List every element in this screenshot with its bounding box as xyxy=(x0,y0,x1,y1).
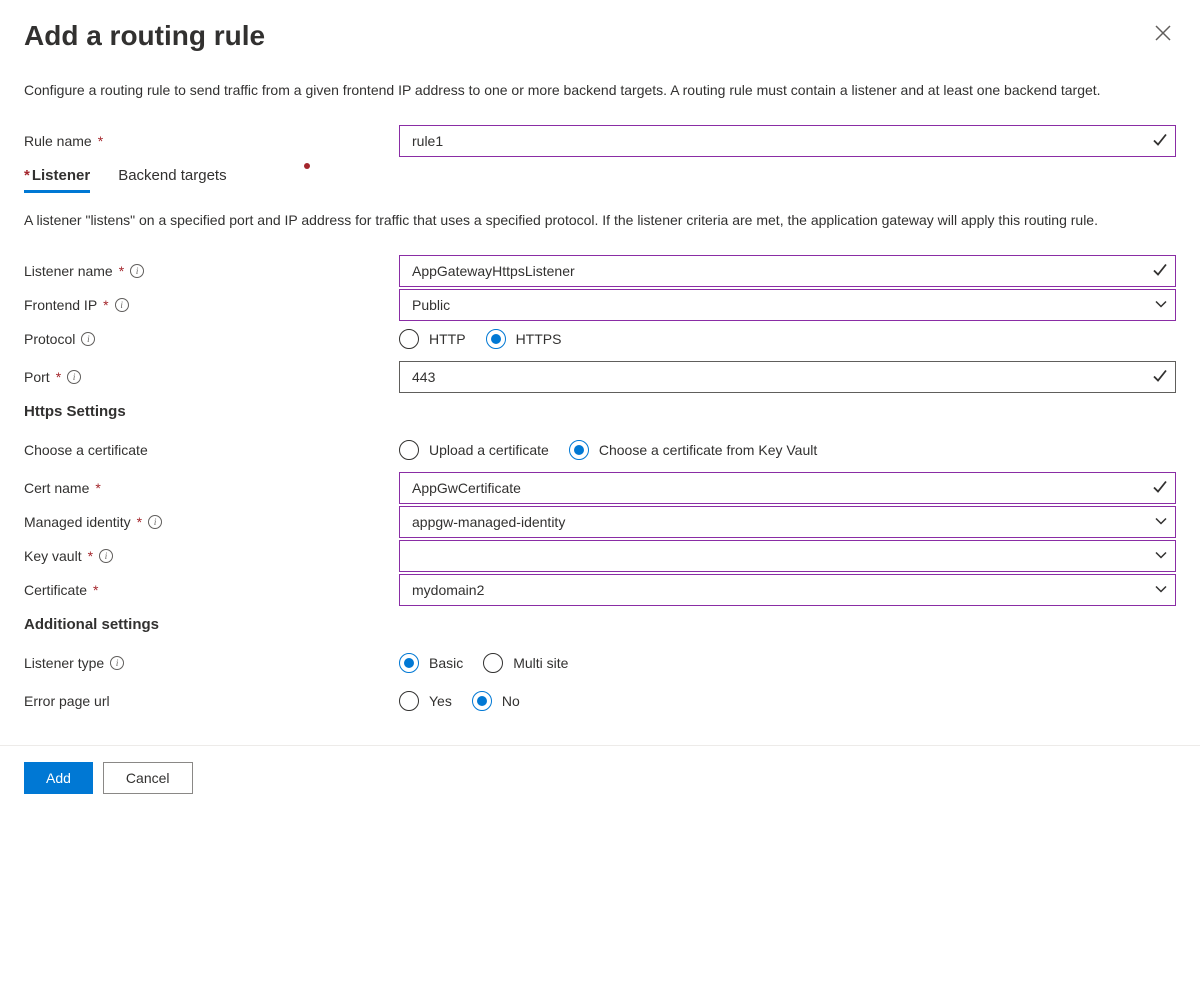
port-label: Port* i xyxy=(24,369,399,385)
error-page-radio-group: Yes No xyxy=(399,691,520,711)
choose-cert-radio-group: Upload a certificate Choose a certificat… xyxy=(399,440,817,460)
panel-description: Configure a routing rule to send traffic… xyxy=(24,80,1176,101)
footer: Add Cancel xyxy=(0,745,1200,810)
listener-type-label: Listener type i xyxy=(24,655,399,671)
add-button[interactable]: Add xyxy=(24,762,93,794)
tab-backend-targets[interactable]: Backend targets xyxy=(118,167,226,192)
frontend-ip-select[interactable] xyxy=(399,289,1176,321)
key-vault-select[interactable] xyxy=(399,540,1176,572)
info-icon[interactable]: i xyxy=(115,298,129,312)
protocol-http-radio[interactable]: HTTP xyxy=(399,329,466,349)
port-input[interactable] xyxy=(399,361,1176,393)
managed-identity-select[interactable] xyxy=(399,506,1176,538)
certificate-select[interactable] xyxy=(399,574,1176,606)
protocol-radio-group: HTTP HTTPS xyxy=(399,329,561,349)
listener-type-radio-group: Basic Multi site xyxy=(399,653,568,673)
error-page-label: Error page url xyxy=(24,693,399,709)
listener-name-label: Listener name* i xyxy=(24,263,399,279)
frontend-ip-label: Frontend IP* i xyxy=(24,297,399,313)
listener-type-multisite-radio[interactable]: Multi site xyxy=(483,653,568,673)
info-icon[interactable]: i xyxy=(130,264,144,278)
certificate-label: Certificate* xyxy=(24,582,399,598)
protocol-https-radio[interactable]: HTTPS xyxy=(486,329,562,349)
tab-listener[interactable]: *Listener xyxy=(24,167,90,192)
notification-dot-icon xyxy=(304,163,310,169)
info-icon[interactable]: i xyxy=(81,332,95,346)
cert-name-label: Cert name* xyxy=(24,480,399,496)
cert-name-input[interactable] xyxy=(399,472,1176,504)
key-vault-label: Key vault* i xyxy=(24,548,399,564)
info-icon[interactable]: i xyxy=(99,549,113,563)
listener-description: A listener "listens" on a specified port… xyxy=(24,210,1176,231)
choose-cert-label: Choose a certificate xyxy=(24,442,399,458)
close-icon[interactable] xyxy=(1150,20,1176,49)
error-page-no-radio[interactable]: No xyxy=(472,691,520,711)
upload-cert-radio[interactable]: Upload a certificate xyxy=(399,440,549,460)
https-settings-heading: Https Settings xyxy=(24,403,1176,420)
info-icon[interactable]: i xyxy=(67,370,81,384)
page-title: Add a routing rule xyxy=(24,20,265,52)
protocol-label: Protocol i xyxy=(24,331,399,347)
additional-settings-heading: Additional settings xyxy=(24,616,1176,633)
listener-type-basic-radio[interactable]: Basic xyxy=(399,653,463,673)
tabs: *Listener Backend targets xyxy=(24,167,1176,192)
keyvault-cert-radio[interactable]: Choose a certificate from Key Vault xyxy=(569,440,817,460)
rule-name-label: Rule name* xyxy=(24,133,399,149)
cancel-button[interactable]: Cancel xyxy=(103,762,193,794)
listener-name-input[interactable] xyxy=(399,255,1176,287)
info-icon[interactable]: i xyxy=(110,656,124,670)
error-page-yes-radio[interactable]: Yes xyxy=(399,691,452,711)
info-icon[interactable]: i xyxy=(148,515,162,529)
rule-name-input[interactable] xyxy=(399,125,1176,157)
panel-header: Add a routing rule xyxy=(24,20,1176,52)
managed-identity-label: Managed identity* i xyxy=(24,514,399,530)
